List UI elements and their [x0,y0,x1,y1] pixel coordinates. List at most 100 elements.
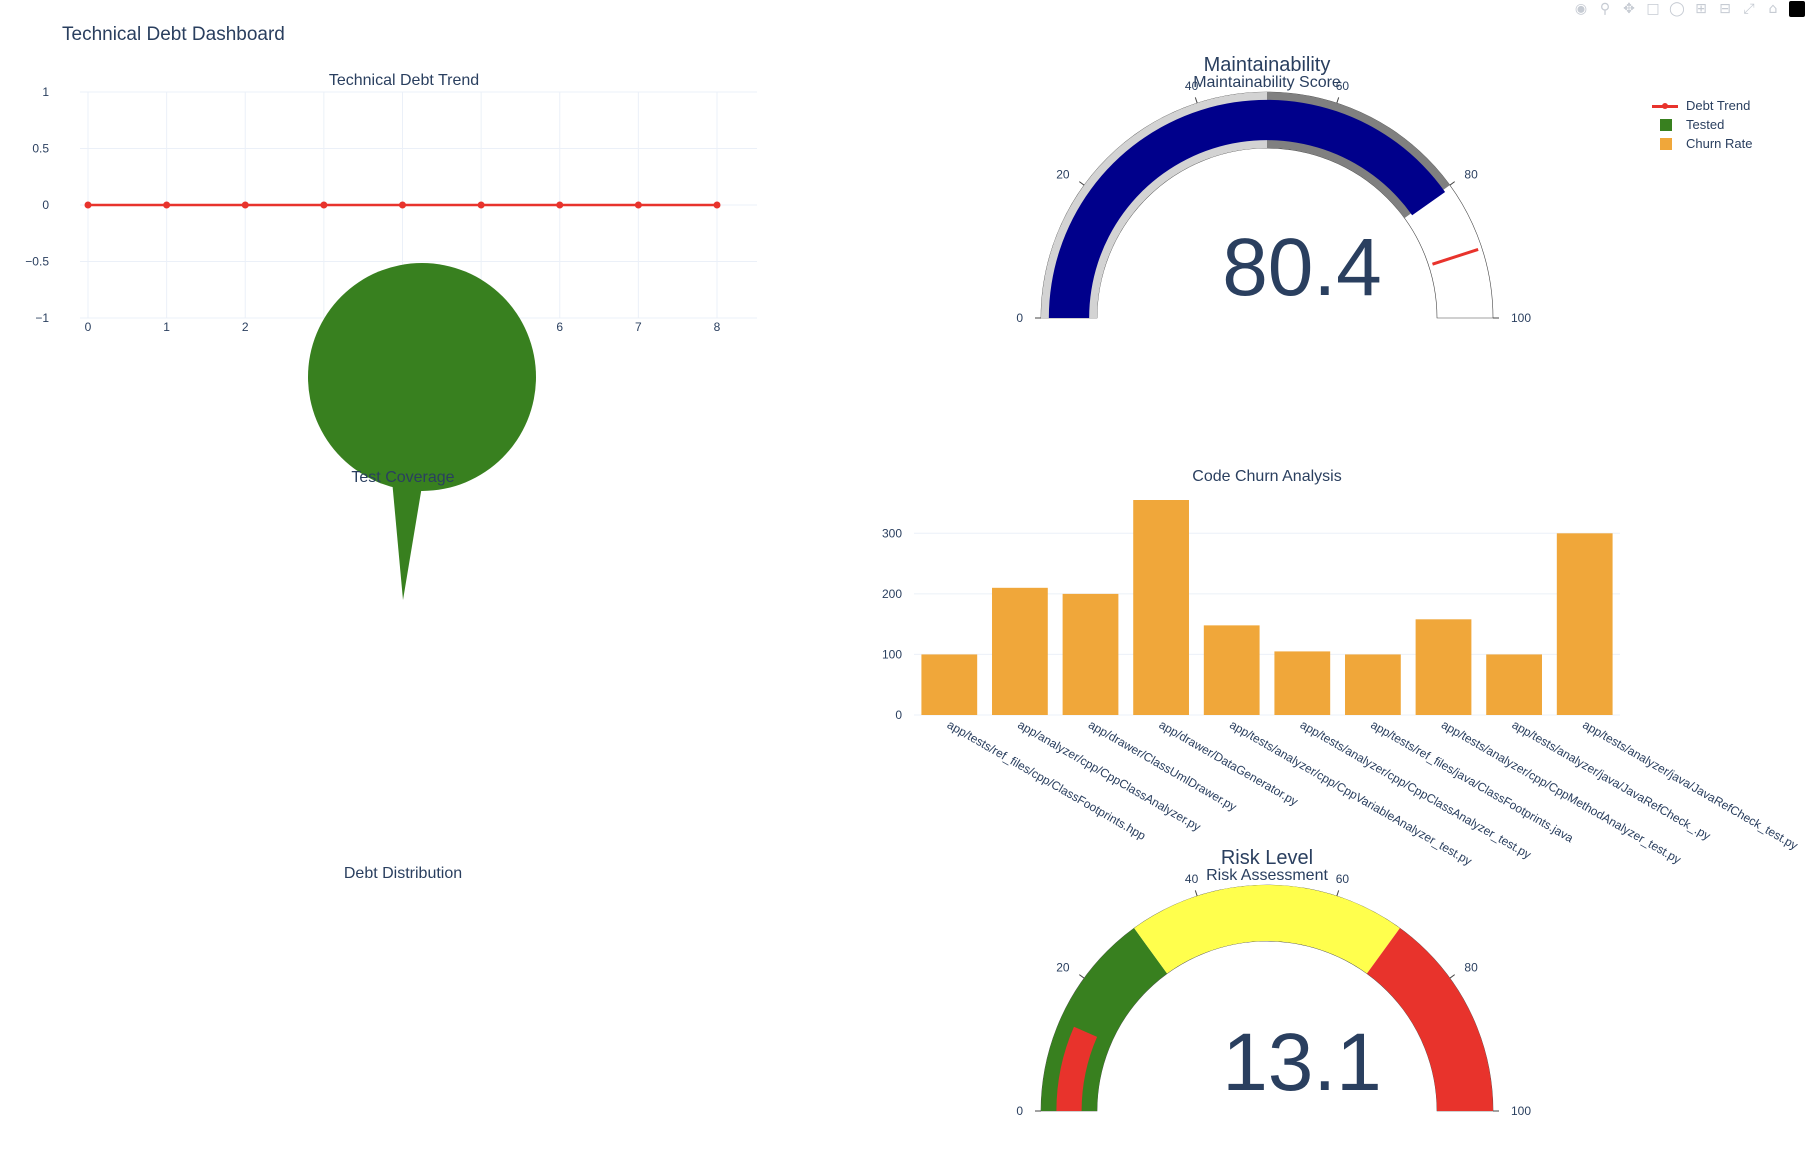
autoscale-icon[interactable]: ⤢ [1741,1,1757,17]
x-tick-label: app/drawer/ClassUmlDrawer.py [1086,717,1239,813]
gauge-tick-label: 80 [1464,168,1478,182]
legend-label: Tested [1686,117,1725,132]
chart-title: Technical Debt Trend [329,72,479,89]
data-point [163,201,171,209]
chart-title: Code Churn Analysis [1192,468,1341,485]
camera-icon[interactable]: ◉ [1573,1,1589,17]
legend: Debt Trend Tested Churn Rate [1652,96,1752,153]
box-select-icon[interactable]: □ [1645,1,1661,17]
pie-slice-tested [308,263,536,491]
x-tick-label: app/tests/analyzer/cpp/CppClassAnalyzer_… [1298,717,1534,861]
gauge-title: Risk Level [1221,847,1313,869]
x-tick-label: 6 [556,320,563,334]
gauge-value-bar [1048,99,1446,318]
gauge-tick-label: 100 [1511,311,1531,325]
y-tick-label: 200 [882,587,902,601]
data-point [399,201,406,209]
bar [992,587,1048,715]
x-tick-label: 8 [714,320,721,334]
x-tick-label: app/drawer/DataGenerator.py [1157,717,1301,808]
gauge-tick [1336,890,1340,897]
legend-box-swatch [1652,118,1678,132]
gauge-background [1040,91,1494,319]
bar [1062,593,1119,715]
y-tick-label: 100 [882,647,902,661]
bar [1203,625,1260,715]
y-tick-label: 1 [42,85,49,99]
risk-level-gauge: 0 20 40 60 80 100 Risk LevelRisk Assessment 13.… [1016,847,1531,1118]
y-tick-label: −0.5 [25,255,49,269]
gauge-tick [1336,97,1340,104]
zoom-icon[interactable]: ⚲ [1597,1,1613,17]
data-point [477,201,485,209]
gauge-tick-label: 20 [1056,168,1070,182]
bar [1274,651,1331,715]
legend-item-debt-trend[interactable]: Debt Trend [1652,96,1752,115]
legend-line-swatch [1652,99,1678,113]
x-tick-label: app/tests/analyzer/cpp/CppVariableAnalyz… [1227,717,1474,868]
modebar: ◉ ⚲ ✥ □ ◯ ⊞ ⊟ ⤢ ⌂ [1573,0,1805,18]
bar [921,654,978,715]
legend-box-swatch [1652,137,1678,151]
y-tick-label: 0 [895,708,902,722]
maintainability-gauge: 0 20 40 60 80 100 MaintainabilityMaintainabili… [1016,54,1531,325]
gauge-tick-label: 40 [1185,872,1199,886]
data-point [556,201,564,209]
gauge-subtitle: Maintainability Score [1193,74,1341,91]
gauge-value-bar [1056,1026,1098,1111]
x-tick-label: 0 [85,320,92,334]
gauge-step [1267,92,1450,219]
zoom-out-icon[interactable]: ⊟ [1717,1,1733,17]
gauge-tick-label: 60 [1336,79,1350,93]
x-tick-label: 1 [163,320,170,334]
y-tick-label: 300 [882,526,902,540]
bar [1486,654,1542,715]
x-tick-label: app/tests/analyzer/java/JavaRefCheck_tes… [1580,717,1800,852]
bar [1133,500,1189,715]
data-point [713,201,721,209]
x-tick-label: app/tests/ref_files/cpp/ClassFootprints.… [945,717,1149,843]
pan-icon[interactable]: ✥ [1621,1,1637,17]
dashboard-title: Technical Debt Dashboard [62,24,285,45]
legend-item-tested[interactable]: Tested [1652,115,1752,134]
gauge-step [1134,885,1400,974]
gauge-tick [1194,97,1198,104]
y-tick-label: −1 [35,311,49,325]
gauge-tick-label: 0 [1016,311,1023,325]
chart-title: Test Coverage [351,469,454,486]
gauge-background [1040,884,1494,1112]
bar [1415,619,1472,715]
gauge-tick-label: 60 [1336,872,1350,886]
gauge-step [1366,928,1493,1111]
bar [1345,654,1401,715]
gauge-tick [1449,181,1455,186]
gauge-tick-label: 100 [1511,1104,1531,1118]
x-tick-label: app/tests/analyzer/cpp/CppMethodAnalyzer… [1439,717,1683,866]
gauge-threshold [1432,247,1479,266]
legend-item-churn-rate[interactable]: Churn Rate [1652,134,1752,153]
x-tick-label: app/analyzer/cpp/CppClassAnalyzer.py [1015,717,1203,834]
debt-distribution-chart: Debt Distribution [344,865,462,882]
chart-title: Debt Distribution [344,865,462,882]
gauge-step [1041,92,1267,318]
data-point [634,201,642,209]
y-tick-label: 0 [42,198,49,212]
gauge-value: 80.4 [1222,222,1382,313]
gauge-value: 13.1 [1222,1017,1382,1108]
pie-slice-pull [392,480,423,600]
x-tick-label: 2 [242,320,249,334]
reset-axes-icon[interactable]: ⌂ [1765,1,1781,17]
legend-label: Churn Rate [1686,136,1753,151]
gauge-tick [1079,181,1085,186]
zoom-in-icon[interactable]: ⊞ [1693,1,1709,17]
gauge-tick [1449,974,1455,979]
gauge-step [1041,928,1168,1111]
plotly-logo-icon[interactable] [1789,1,1805,17]
y-tick-label: 0.5 [32,142,49,156]
dashboard-canvas: Technical Debt Trend 1 0.5 0 −0.5 −1 0 1 2 6 7 8 0 2… [25,54,1800,1118]
x-tick-label: app/tests/ref_files/java/ClassFootprints… [1368,717,1576,845]
gauge-tick [1194,890,1198,897]
gauge-subtitle: Risk Assessment [1206,867,1328,884]
legend-label: Debt Trend [1686,98,1751,113]
lasso-icon[interactable]: ◯ [1669,1,1685,17]
